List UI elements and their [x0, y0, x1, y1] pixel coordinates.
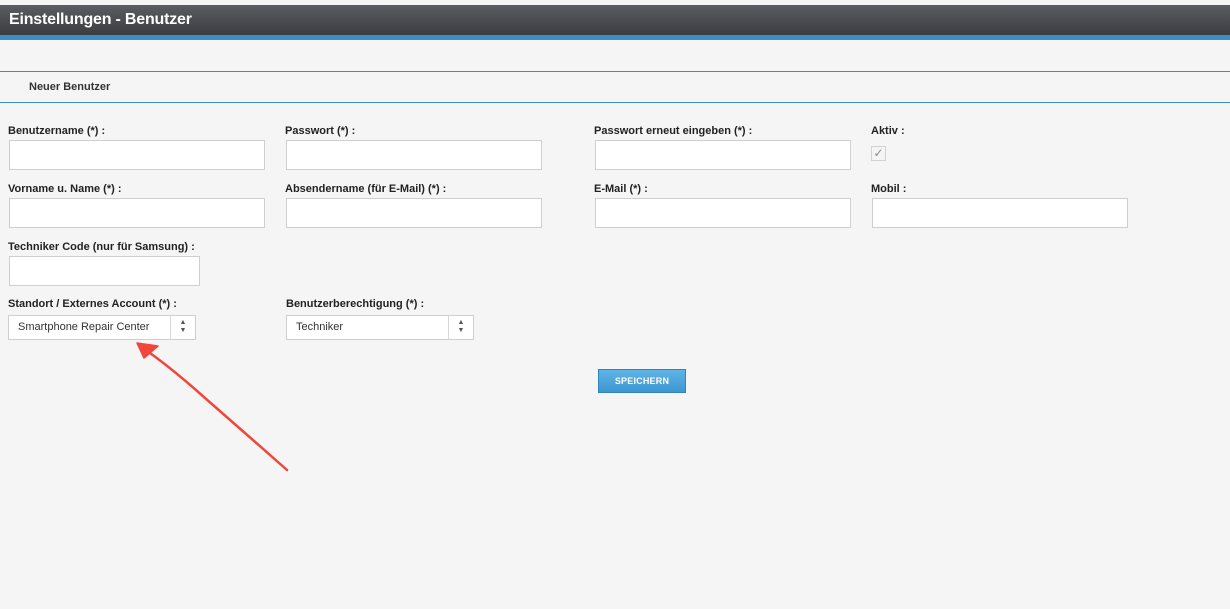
fullname-label: Vorname u. Name (*) :: [8, 183, 122, 195]
password-repeat-label: Passwort erneut eingeben (*) :: [594, 125, 753, 137]
mobile-label: Mobil :: [871, 183, 907, 195]
sender-name-label: Absendername (für E-Mail) (*) :: [285, 183, 447, 195]
location-label: Standort / Externes Account (*) :: [8, 298, 177, 310]
tech-code-label: Techniker Code (nur für Samsung) :: [8, 241, 195, 253]
location-select[interactable]: Smartphone Repair Center ▲ ▼: [8, 315, 196, 340]
section-divider-bottom: [0, 102, 1230, 103]
red-arrow-annotation: [136, 342, 289, 472]
section-title: Neuer Benutzer: [29, 81, 111, 93]
up-down-arrows-icon: ▲ ▼: [457, 319, 465, 334]
permission-select[interactable]: Techniker ▲ ▼: [286, 315, 474, 340]
tech-code-input[interactable]: [9, 256, 200, 286]
permission-select-value: Techniker: [296, 321, 344, 333]
username-input[interactable]: [9, 140, 265, 170]
header-accent-bar: [0, 35, 1230, 40]
active-checkbox[interactable]: ✓: [871, 146, 886, 161]
active-label: Aktiv :: [871, 125, 905, 137]
location-select-value: Smartphone Repair Center: [18, 321, 150, 333]
password-label: Passwort (*) :: [285, 125, 356, 137]
fullname-input[interactable]: [9, 198, 265, 228]
email-input[interactable]: [595, 198, 851, 228]
section-divider-top: [0, 71, 1230, 72]
check-icon: ✓: [873, 146, 884, 160]
sender-name-input[interactable]: [286, 198, 542, 228]
page-header: Einstellungen - Benutzer: [0, 5, 1230, 35]
permission-label: Benutzerberechtigung (*) :: [286, 298, 425, 310]
select-divider: [170, 316, 171, 339]
email-label: E-Mail (*) :: [594, 183, 648, 195]
password-input[interactable]: [286, 140, 542, 170]
mobile-input[interactable]: [872, 198, 1128, 228]
save-button[interactable]: SPEICHERN: [598, 369, 686, 393]
page-title: Einstellungen - Benutzer: [9, 11, 192, 28]
up-down-arrows-icon: ▲ ▼: [179, 319, 187, 334]
select-divider: [448, 316, 449, 339]
password-repeat-input[interactable]: [595, 140, 851, 170]
annotation-arrow-head: [136, 342, 159, 359]
username-label: Benutzername (*) :: [8, 125, 106, 137]
annotation-arrow-shaft: [138, 344, 289, 472]
